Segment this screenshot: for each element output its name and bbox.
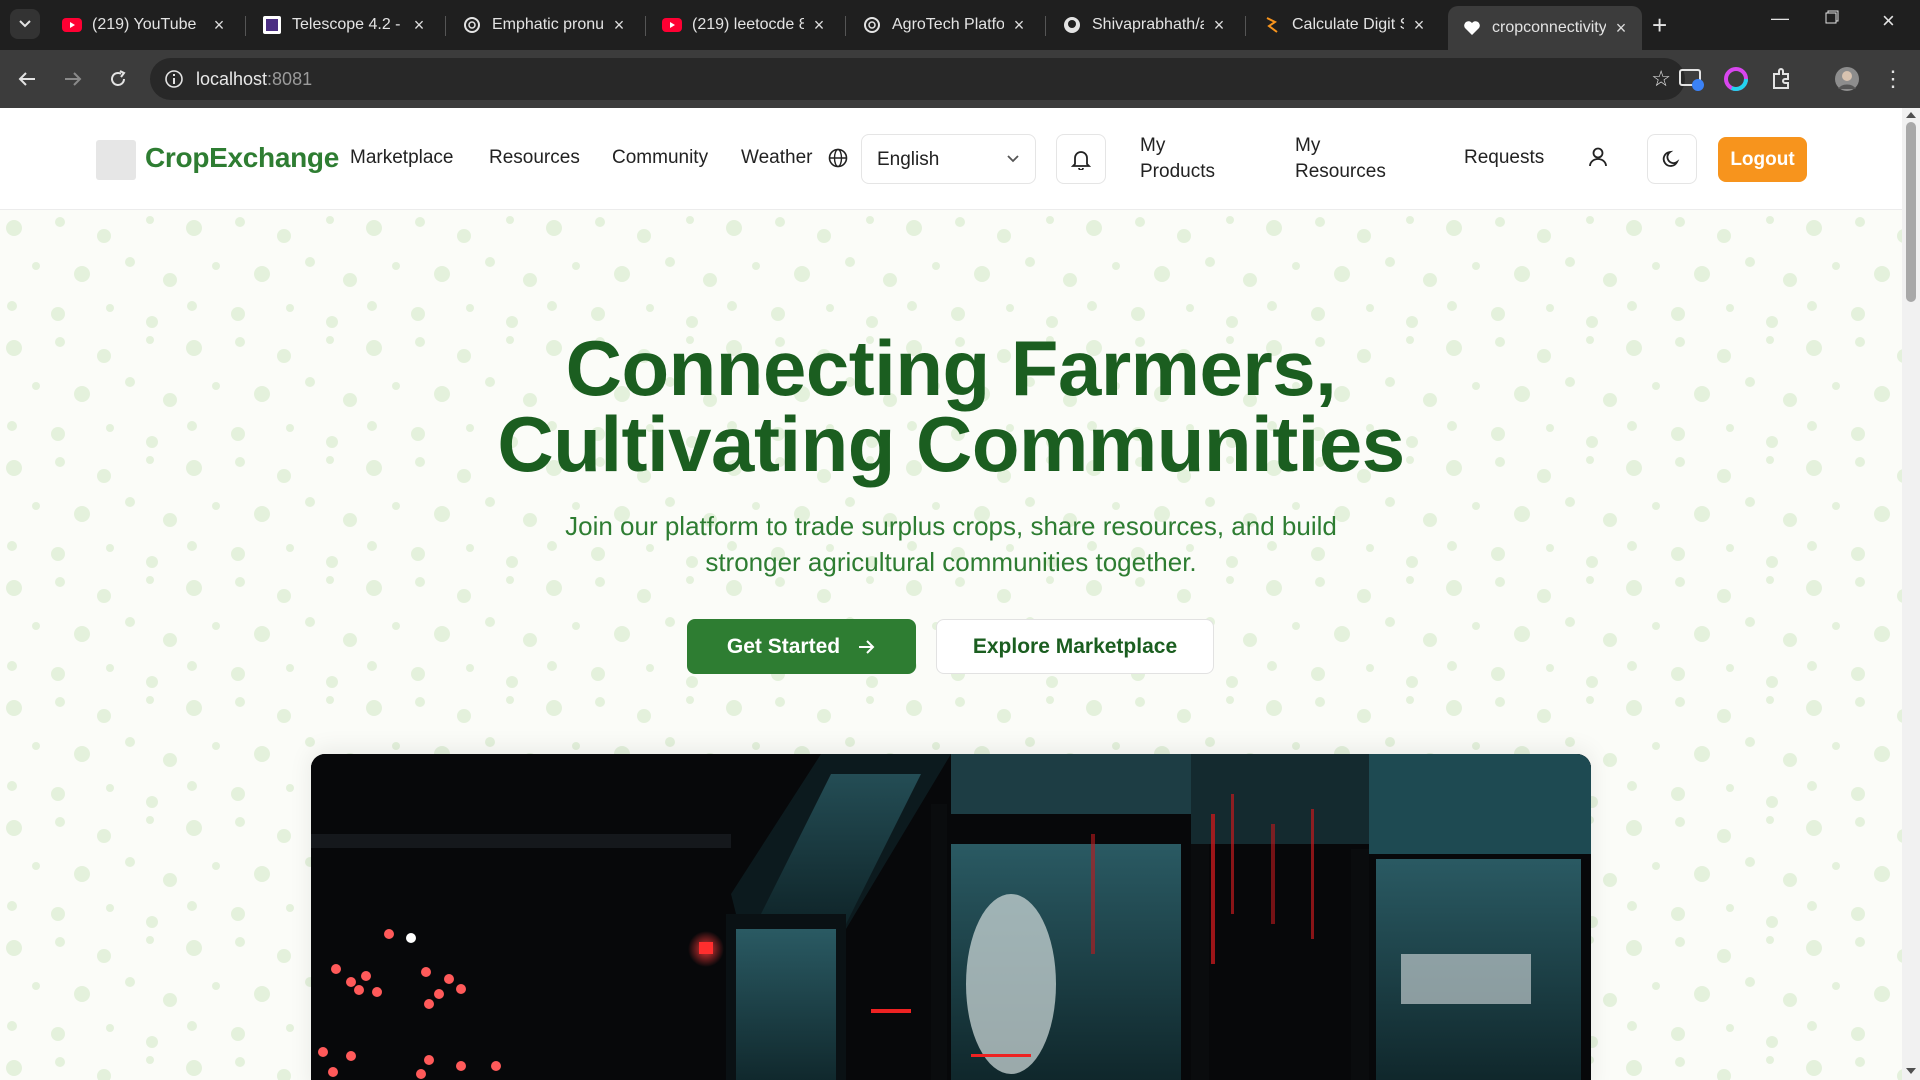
close-icon[interactable]: ×	[1210, 15, 1228, 36]
bell-icon	[1071, 151, 1091, 170]
globe-icon	[828, 148, 848, 173]
restore-icon[interactable]	[1825, 8, 1839, 29]
page-scrollbar[interactable]	[1902, 108, 1920, 1080]
tab-title: (219) YouTube	[92, 16, 197, 33]
tab-youtube-2[interactable]: (219) leetocde 8 ×	[648, 6, 840, 44]
close-icon[interactable]: ×	[410, 15, 428, 36]
cast-extension-icon[interactable]	[1677, 64, 1707, 94]
arrow-right-icon	[65, 72, 82, 86]
hero-subtitle: Join our platform to trade surplus crops…	[565, 511, 1337, 577]
close-icon[interactable]: ×	[610, 15, 628, 36]
openai-icon	[462, 15, 482, 35]
nav-marketplace[interactable]: Marketplace	[350, 147, 454, 169]
arrow-left-icon	[18, 72, 35, 86]
browser-menu-icon[interactable]: ⋮	[1878, 64, 1908, 94]
browser-toolbar: localhost:8081 ☆ ⋮	[0, 50, 1920, 108]
bolt-icon	[1262, 15, 1282, 35]
tab-youtube[interactable]: (219) YouTube ×	[48, 6, 240, 44]
language-value: English	[877, 149, 940, 170]
new-tab-button[interactable]: +	[1652, 10, 1667, 40]
close-icon[interactable]: ×	[1410, 15, 1428, 36]
tab-telescope[interactable]: Telescope 4.2 - D ×	[248, 6, 440, 44]
youtube-icon	[662, 15, 682, 35]
reload-icon	[111, 70, 126, 86]
arrow-right-icon	[859, 639, 875, 654]
chevron-down-icon	[19, 20, 31, 28]
tab-cropconnectivity[interactable]: cropconnectivity ×	[1448, 6, 1642, 50]
openai-icon	[862, 15, 882, 35]
close-icon[interactable]: ×	[1612, 18, 1630, 39]
url-text: localhost:8081	[196, 69, 313, 89]
moon-icon	[1662, 150, 1680, 167]
page-viewport: CropExchange Marketplace Resources Commu…	[0, 108, 1902, 1080]
close-icon[interactable]: ×	[1010, 15, 1028, 36]
tab-calculate[interactable]: Calculate Digit S ×	[1248, 6, 1440, 44]
scroll-down-icon[interactable]	[1906, 1068, 1916, 1074]
site-info-icon[interactable]	[164, 69, 184, 94]
chevron-down-icon	[1005, 150, 1021, 171]
back-button[interactable]	[12, 64, 42, 94]
scroll-up-icon[interactable]	[1906, 112, 1916, 118]
forward-button[interactable]	[58, 64, 88, 94]
address-bar[interactable]: localhost:8081 ☆	[150, 58, 1685, 100]
nav-my-products[interactable]: My Products	[1140, 133, 1215, 185]
tab-title: Telescope 4.2 - D	[292, 16, 404, 33]
explore-marketplace-button[interactable]: Explore Marketplace	[936, 619, 1214, 674]
hero-image	[311, 754, 1591, 1080]
hero-title: Connecting Farmers, Cultivating Communit…	[497, 324, 1405, 488]
heart-icon	[1462, 18, 1482, 38]
brand-name[interactable]: CropExchange	[145, 142, 339, 174]
telescope-icon	[262, 15, 282, 35]
nav-weather[interactable]: Weather	[741, 147, 812, 169]
get-started-button[interactable]: Get Started	[687, 619, 916, 674]
nav-community[interactable]: Community	[612, 147, 708, 169]
tab-chatgpt-1[interactable]: Emphatic pronun ×	[448, 6, 640, 44]
tab-title: Calculate Digit S	[1292, 16, 1404, 33]
color-extension-icon[interactable]	[1721, 64, 1751, 94]
nav-my-resources[interactable]: My Resources	[1295, 133, 1386, 185]
tab-title: Shivaprabhath/a	[1092, 16, 1204, 33]
notifications-button[interactable]	[1056, 134, 1106, 184]
site-header: CropExchange Marketplace Resources Commu…	[0, 108, 1902, 210]
tab-title: cropconnectivity	[1492, 19, 1606, 36]
nav-resources[interactable]: Resources	[489, 147, 580, 169]
tab-title: (219) leetocde 8	[692, 16, 804, 33]
tab-github[interactable]: Shivaprabhath/a ×	[1048, 6, 1240, 44]
user-profile-icon[interactable]	[1588, 146, 1608, 173]
language-select[interactable]: English	[861, 134, 1036, 184]
extensions-puzzle-icon[interactable]	[1766, 64, 1796, 94]
reload-button[interactable]	[103, 64, 133, 94]
minimize-icon[interactable]: —	[1771, 8, 1789, 29]
profile-avatar[interactable]	[1832, 64, 1862, 94]
scroll-thumb[interactable]	[1906, 122, 1916, 302]
github-icon	[1062, 15, 1082, 35]
tab-title: AgroTech Platfor	[892, 16, 1004, 33]
tab-chatgpt-2[interactable]: AgroTech Platfor ×	[848, 6, 1040, 44]
tab-search-button[interactable]	[10, 9, 40, 39]
tab-title: Emphatic pronun	[492, 16, 604, 33]
logout-button[interactable]: Logout	[1718, 137, 1807, 182]
bookmark-star-icon[interactable]: ☆	[1651, 66, 1671, 92]
logo-image[interactable]	[96, 140, 136, 180]
close-icon[interactable]: ×	[210, 15, 228, 36]
nav-requests[interactable]: Requests	[1464, 147, 1544, 169]
close-icon[interactable]: ×	[810, 15, 828, 36]
youtube-icon	[62, 15, 82, 35]
theme-toggle-button[interactable]	[1647, 134, 1697, 184]
window-close-icon[interactable]: ×	[1882, 8, 1895, 34]
browser-tab-strip: (219) YouTube × Telescope 4.2 - D × Emph…	[0, 0, 1920, 50]
